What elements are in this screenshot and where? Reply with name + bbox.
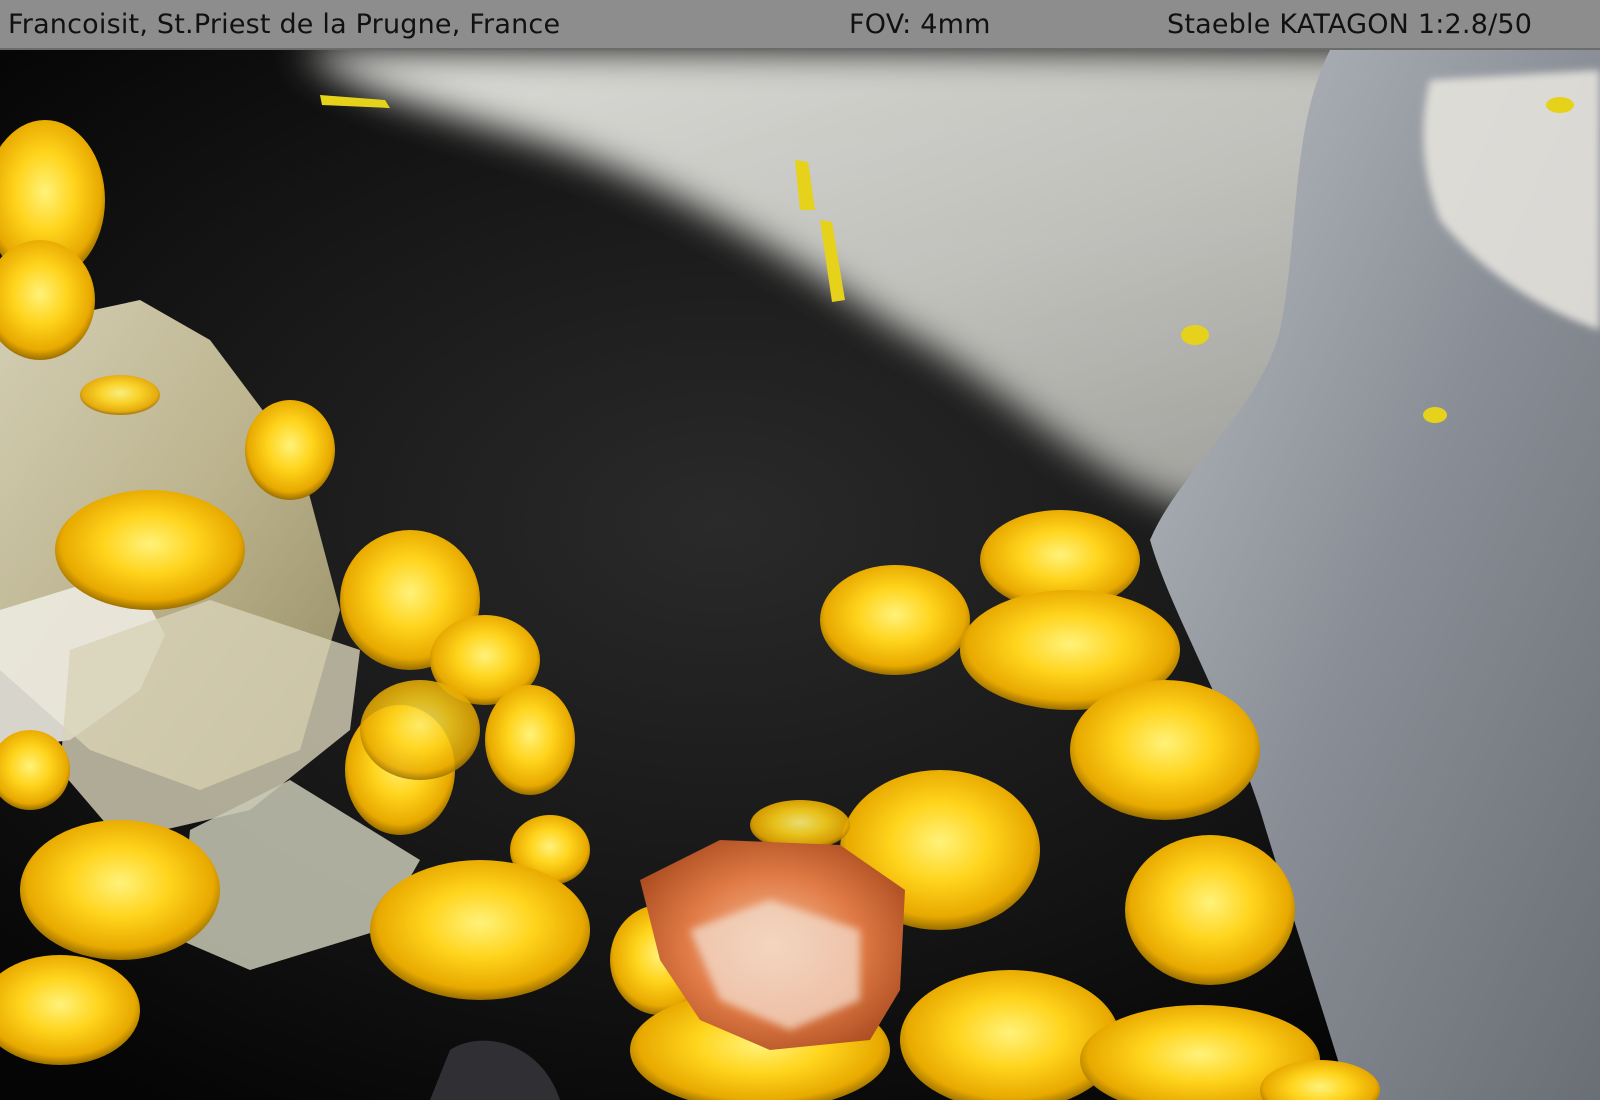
- mineral-photo: [0, 50, 1600, 1100]
- crystal-tuft: [485, 685, 575, 795]
- crystal-grain: [1423, 407, 1447, 423]
- photo-frame: Francoisit, St.Priest de la Prugne, Fran…: [0, 0, 1600, 1100]
- crystal-tuft: [80, 375, 160, 415]
- specimen-caption: Francoisit, St.Priest de la Prugne, Fran…: [8, 9, 561, 40]
- crystal-tuft: [820, 565, 970, 675]
- lens-caption: Staeble KATAGON 1:2.8/50: [1167, 9, 1533, 40]
- crystal-tuft: [55, 490, 245, 610]
- crystal-tuft: [1125, 835, 1295, 985]
- crystal-grain: [1546, 97, 1574, 113]
- crystal-tuft: [20, 820, 220, 960]
- crystal-grain: [1181, 325, 1209, 345]
- crystal-tuft: [360, 680, 480, 780]
- fov-caption: FOV: 4mm: [849, 9, 991, 40]
- caption-bar: Francoisit, St.Priest de la Prugne, Fran…: [0, 0, 1600, 50]
- crystal-tuft: [245, 400, 335, 500]
- crystal-tuft: [1070, 680, 1260, 820]
- crystal-tuft: [370, 860, 590, 1000]
